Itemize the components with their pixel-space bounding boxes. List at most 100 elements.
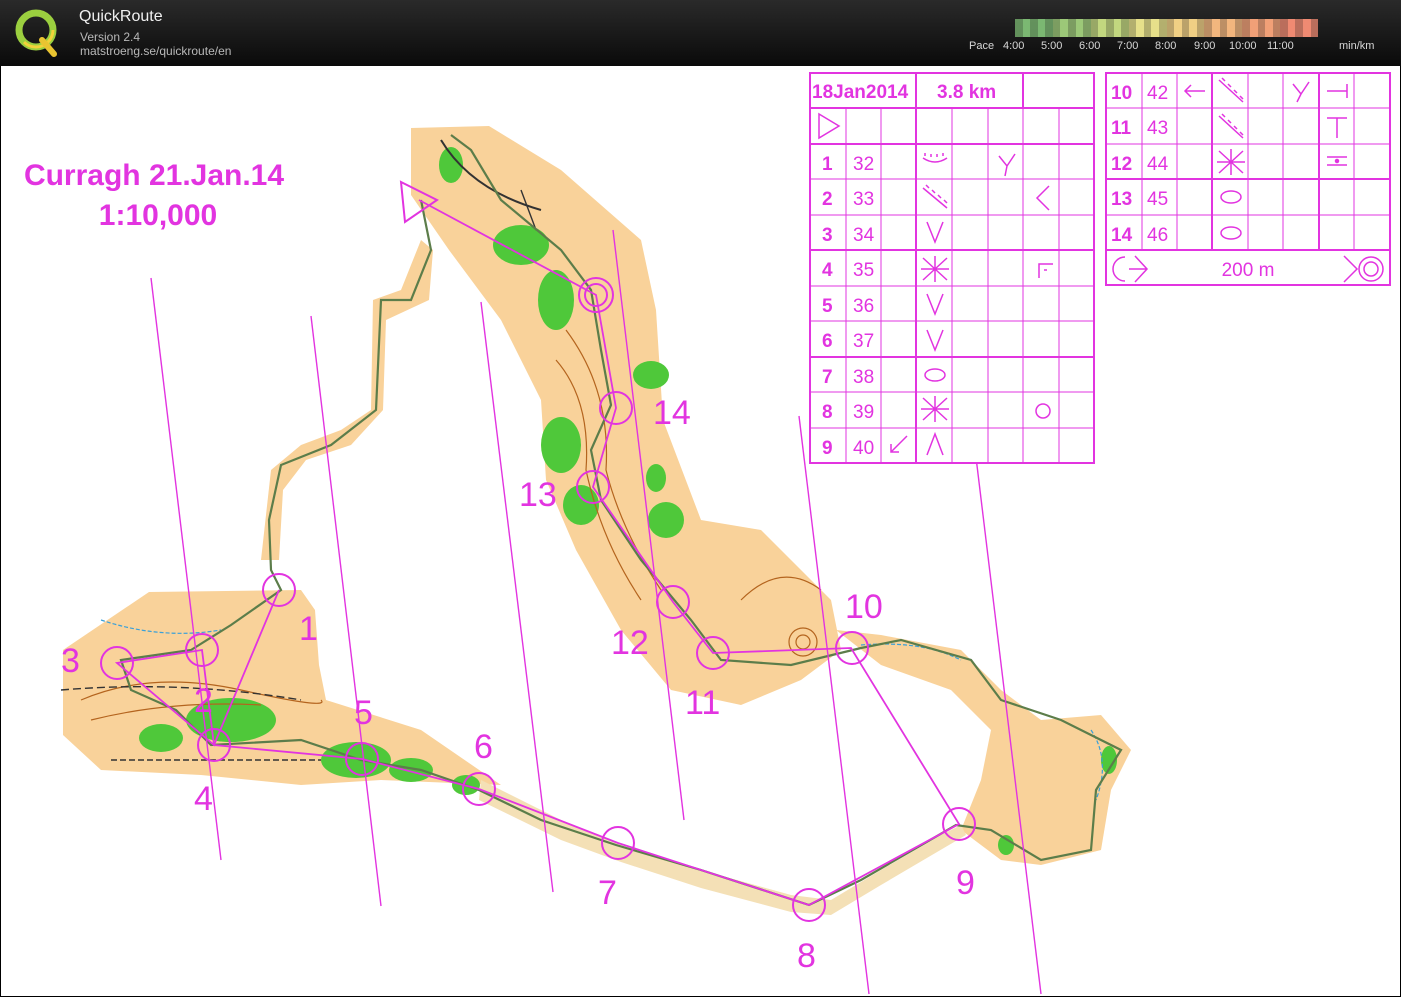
thicket-cross-icon <box>921 256 949 282</box>
row-code: 35 <box>853 260 874 281</box>
pace-scale-segment <box>1151 19 1159 37</box>
pace-scale-segment <box>1166 19 1175 37</box>
pace-scale-segment <box>1128 19 1137 37</box>
pace-scale-segment <box>1234 19 1243 37</box>
pace-tick: 7:00 <box>1117 40 1139 52</box>
quickroute-logo-icon <box>15 9 57 57</box>
pace-scale-segment <box>1136 19 1144 37</box>
control-number-14: 14 <box>653 394 691 432</box>
row-number: 6 <box>822 331 833 352</box>
pace-scale-segment <box>1121 19 1129 37</box>
row-code: 32 <box>853 154 874 175</box>
pace-scale-segment <box>1052 19 1061 37</box>
pace-scale-segment <box>1249 19 1258 37</box>
control-number-10: 10 <box>845 588 883 626</box>
pace-scale-segment <box>1287 19 1296 37</box>
pace-scale-segment <box>1310 19 1319 37</box>
thicket-cross-icon <box>1217 149 1245 175</box>
pace-unit: min/km <box>1339 40 1375 52</box>
pace-scale-segment <box>1212 19 1220 37</box>
pace-scale-segment <box>1113 19 1122 37</box>
terrain-north <box>411 126 841 705</box>
row-number: 3 <box>822 225 833 246</box>
row-code: 44 <box>1147 154 1169 175</box>
description-sheet-right <box>1105 72 1391 286</box>
row-number: 12 <box>1111 154 1132 175</box>
pace-scale-segment <box>1075 19 1084 37</box>
terrain-corridor <box>479 780 966 915</box>
control-number-8: 8 <box>797 937 816 975</box>
pace-scale-segment <box>1189 19 1197 37</box>
pace-scale-segment <box>1242 19 1250 37</box>
map-title: Curragh 21.Jan.14 1:10,000 <box>24 159 284 232</box>
row-code: 38 <box>853 367 874 388</box>
row-code: 46 <box>1147 225 1168 246</box>
terrain-main <box>63 590 501 785</box>
course-distance: 3.8 km <box>937 82 996 103</box>
map-canvas[interactable]: 1 2 3 4 5 6 7 8 9 10 11 12 13 14 Curragh… <box>1 66 1400 996</box>
row-code: 37 <box>853 331 874 352</box>
pace-scale-segment <box>1090 19 1099 37</box>
row-number: 2 <box>822 189 833 210</box>
pace-scale-segment <box>1030 19 1038 37</box>
control-number-3: 3 <box>61 642 80 680</box>
pace-tick: 10:00 <box>1229 40 1257 52</box>
row-number: 14 <box>1111 225 1133 246</box>
row-number: 9 <box>822 438 833 459</box>
pace-scale-segment <box>1037 19 1046 37</box>
control-number-13: 13 <box>519 476 557 514</box>
row-code: 42 <box>1147 83 1168 104</box>
description-header: 18Jan2014 3.8 km <box>812 82 996 103</box>
pace-scale-segment <box>1196 19 1205 37</box>
pace-tick: 9:00 <box>1194 40 1216 52</box>
row-number: 10 <box>1111 83 1132 104</box>
row-number: 11 <box>1111 118 1132 139</box>
app-title: QuickRoute <box>79 8 163 25</box>
pace-scale-segment <box>1158 19 1167 37</box>
row-code: 36 <box>853 296 874 317</box>
pace-scale-segment <box>1068 19 1076 37</box>
pace-tick: 4:00 <box>1003 40 1025 52</box>
row-code: 39 <box>853 402 874 423</box>
map-title-name: Curragh 21.Jan.14 <box>24 159 284 192</box>
finish-distance: 200 m <box>1222 260 1275 281</box>
thicket-cross-icon <box>921 396 949 422</box>
pace-scale-segment <box>1083 19 1091 37</box>
control-number-1: 1 <box>299 610 318 648</box>
row-number: 13 <box>1111 189 1132 210</box>
control-number-9: 9 <box>956 864 975 902</box>
control-number-4: 4 <box>194 780 213 818</box>
row-code: 45 <box>1147 189 1168 210</box>
app-url[interactable]: matstroeng.se/quickroute/en <box>80 44 231 58</box>
control-number-11: 11 <box>685 684 720 722</box>
pace-scale-segment <box>1295 19 1303 37</box>
row-number: 5 <box>822 296 833 317</box>
pace-scale-segment <box>1257 19 1266 37</box>
map-title-scale: 1:10,000 <box>99 199 217 232</box>
terrain-link <box>261 240 433 560</box>
pace-scale-segment <box>1265 19 1273 37</box>
pace-scale-segment <box>1022 19 1031 37</box>
orienteering-map[interactable]: 1 2 3 4 5 6 7 8 9 10 11 12 13 14 Curragh… <box>1 66 1400 996</box>
control-number-2: 2 <box>194 682 213 720</box>
app-version: Version 2.4 <box>80 30 141 44</box>
pace-tick: 8:00 <box>1155 40 1177 52</box>
pace-scale-segment <box>1280 19 1288 37</box>
row-code: 40 <box>853 438 874 459</box>
row-code: 34 <box>853 225 875 246</box>
row-code: 33 <box>853 189 874 210</box>
control-number-7: 7 <box>598 874 617 912</box>
pace-scale-segment <box>1045 19 1053 37</box>
pace-tick: 6:00 <box>1079 40 1101 52</box>
pace-scale-segment <box>1272 19 1281 37</box>
pace-scale-segment <box>1105 19 1114 37</box>
pace-scale-segment <box>1227 19 1235 37</box>
pace-scale-segment <box>1174 19 1182 37</box>
pace-scale-segment <box>1219 19 1228 37</box>
pace-scale-segment <box>1098 19 1106 37</box>
row-number: 1 <box>822 154 833 175</box>
pace-label: Pace <box>969 40 995 52</box>
control-number-6: 6 <box>474 728 493 766</box>
pace-tick: 11:00 <box>1267 40 1294 52</box>
control-number-5: 5 <box>354 694 373 732</box>
